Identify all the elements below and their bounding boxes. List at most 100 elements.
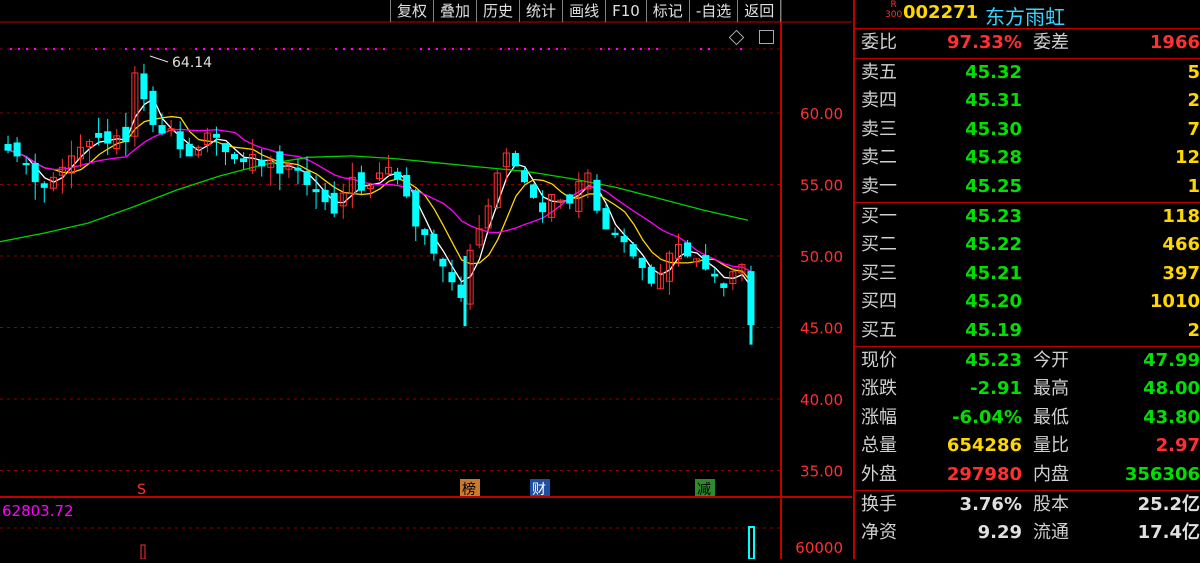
candle-body	[13, 142, 21, 157]
stat-label: 最低	[1033, 406, 1069, 428]
stat-row: 涨幅 -6.04% 最低 43.80	[855, 404, 1200, 433]
stat-value: 356306	[1124, 463, 1200, 485]
buy-price: 45.21	[965, 262, 1022, 284]
stats-block: 现价 45.23 今开 47.99 涨跌 -2.91 最高 48.00 涨幅 -6.04% 最低 43…	[855, 347, 1200, 490]
stat-value: 297980	[946, 463, 1022, 485]
candle-body	[566, 194, 574, 204]
buy-volume: 397	[1162, 262, 1200, 284]
toolbar-button[interactable]: 叠加	[433, 0, 476, 22]
toolbar-button[interactable]: F10	[605, 0, 646, 22]
candle-body	[212, 133, 220, 138]
toolbar-button[interactable]: -自选	[688, 0, 737, 22]
stat-label: 涨跌	[861, 378, 897, 400]
candle-body	[430, 233, 438, 254]
toolbar-button[interactable]: 标记	[645, 0, 689, 22]
commission-row: 委比 97.33% 委差 1966	[855, 29, 1200, 58]
sell-price: 45.28	[965, 147, 1022, 169]
candle-body	[720, 283, 728, 288]
candle-body	[140, 73, 148, 100]
buy-row[interactable]: 买二 45.22 466	[855, 231, 1200, 260]
stat-label: 现价	[861, 349, 897, 371]
sell-price: 45.25	[965, 175, 1022, 197]
buy-label: 买二	[861, 234, 897, 256]
candle-body	[457, 284, 465, 298]
candle-body	[702, 255, 710, 270]
buy-volume: 1010	[1149, 291, 1200, 313]
fund-row: 换手 3.76% 股本 25.2亿	[855, 491, 1200, 520]
stat-value: 47.99	[1143, 349, 1200, 371]
candle-body	[684, 242, 692, 257]
sell-row[interactable]: 卖二 45.28 12	[855, 144, 1200, 173]
candle-body	[439, 258, 447, 267]
candle-body	[95, 133, 103, 138]
candle-body	[176, 131, 184, 150]
toolbar-button[interactable]: 返回	[737, 0, 782, 22]
buy-row[interactable]: 买三 45.21 397	[855, 260, 1200, 289]
ratio-label: 委比	[861, 32, 897, 53]
event-marker: 榜	[462, 481, 476, 498]
candle-body	[394, 171, 402, 180]
candle-body	[647, 266, 655, 284]
sell-price: 45.32	[965, 61, 1022, 83]
candle-body	[312, 189, 320, 193]
stat-row: 外盘 297980 内盘 356306	[855, 461, 1200, 490]
buy-price: 45.23	[965, 205, 1022, 227]
stat-label: 涨幅	[861, 406, 897, 428]
candle-body	[611, 232, 619, 236]
sell-label: 卖一	[861, 175, 897, 197]
buy-label: 买一	[861, 205, 897, 227]
toolbar-button[interactable]: 历史	[476, 0, 519, 22]
buy-volume: 2	[1187, 319, 1200, 341]
sell-label: 卖五	[861, 61, 897, 83]
candle-body	[629, 244, 637, 257]
candle-body	[122, 126, 130, 143]
fund-value: 25.2亿	[1137, 493, 1200, 515]
toolbar-button[interactable]: 画线	[562, 0, 605, 22]
sell-row[interactable]: 卖三 45.30 7	[855, 116, 1200, 145]
price-tick-label: 55.00	[800, 177, 843, 195]
fund-value: 3.76%	[959, 493, 1022, 515]
price-tick-label: 60.00	[800, 105, 843, 123]
buy-row[interactable]: 买四 45.20 1010	[855, 288, 1200, 317]
toolbar-button[interactable]: 复权	[390, 0, 433, 22]
stat-value: 45.23	[965, 349, 1022, 371]
kline-chart[interactable]: 60.00 55.00 50.00 45.00 40.00 35.00 60000 62803…	[0, 0, 852, 560]
stat-label: 最高	[1033, 378, 1069, 400]
stat-value: -2.91	[970, 378, 1022, 400]
candle-body	[539, 202, 547, 213]
stock-header: R 300 002271 东方雨虹	[855, 0, 1200, 29]
sell-row[interactable]: 卖一 45.25 1	[855, 173, 1200, 202]
fund-value: 17.4亿	[1137, 522, 1200, 544]
window-icon[interactable]	[759, 30, 774, 44]
buy-row[interactable]: 买五 45.19 2	[855, 317, 1200, 346]
stat-value: 43.80	[1143, 406, 1200, 428]
toolbar-button[interactable]: 统计	[519, 0, 562, 22]
stat-row: 总量 654286 量比 2.97	[855, 432, 1200, 461]
price-tick-label: 40.00	[800, 391, 843, 409]
price-tick-label: 35.00	[800, 463, 843, 481]
sell-label: 卖二	[861, 147, 897, 169]
sell-row[interactable]: 卖五 45.32 5	[855, 59, 1200, 88]
candle-body	[231, 154, 239, 160]
sell-volume: 1	[1187, 175, 1200, 197]
fund-label: 流通	[1033, 522, 1069, 544]
candle-body	[104, 131, 112, 144]
candle-body	[149, 90, 157, 125]
buy-volume: 118	[1162, 205, 1200, 227]
buy-row[interactable]: 买一 45.23 118	[855, 203, 1200, 232]
ratio-value: 97.33%	[947, 32, 1022, 53]
price-tick-label: 50.00	[800, 248, 843, 266]
price-tick-label: 45.00	[800, 320, 843, 338]
buy-volume: 466	[1162, 234, 1200, 256]
sell-row[interactable]: 卖四 45.31 2	[855, 87, 1200, 116]
candle-body	[221, 143, 230, 153]
kline-svg[interactable]: 60.00 55.00 50.00 45.00 40.00 35.00 60000 62803…	[0, 0, 852, 560]
event-marker: 减	[697, 482, 711, 498]
fund-label: 换手	[861, 493, 897, 515]
fundamentals-block: 换手 3.76% 股本 25.2亿 净资 9.29 流通 17.4亿	[855, 491, 1200, 548]
stat-row: 现价 45.23 今开 47.99	[855, 347, 1200, 376]
candle-body	[602, 208, 610, 230]
stock-code: 002271	[903, 2, 979, 23]
sell-volume: 5	[1187, 61, 1200, 83]
stat-row: 涨跌 -2.91 最高 48.00	[855, 375, 1200, 404]
